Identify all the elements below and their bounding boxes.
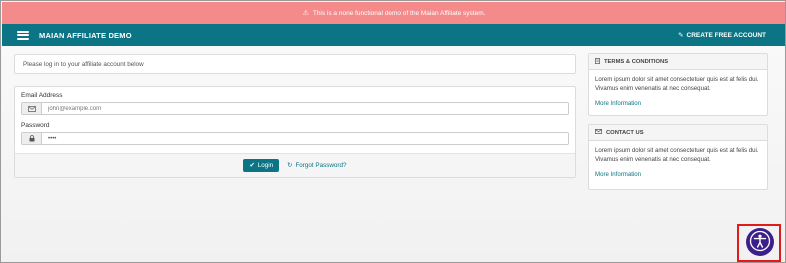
hamburger-icon[interactable]: [17, 30, 29, 40]
envelope-icon: [595, 129, 602, 136]
login-button-label: Login: [257, 162, 274, 169]
login-actions: ✔ Login ↻ Forgot Password?: [15, 153, 575, 177]
refresh-icon: ↻: [287, 162, 293, 169]
terms-body: Lorem ipsum dolor sit amet consectetuer …: [595, 76, 759, 92]
contact-panel: CONTACT US Lorem ipsum dolor sit amet co…: [588, 124, 768, 190]
contact-more-link[interactable]: More Information: [595, 170, 641, 179]
terms-panel: TERMS & CONDITIONS Lorem ipsum dolor sit…: [588, 53, 768, 116]
forgot-password-link[interactable]: ↻ Forgot Password?: [287, 162, 346, 169]
login-panel: Email Address Password ✔: [14, 86, 576, 178]
login-button[interactable]: ✔ Login: [243, 159, 280, 172]
email-label: Email Address: [21, 92, 63, 99]
lock-icon: [22, 133, 42, 144]
intro-text: Please log in to your affiliate account …: [23, 61, 144, 68]
accessibility-icon: [749, 230, 771, 254]
login-intro: Please log in to your affiliate account …: [14, 54, 576, 74]
document-icon: [595, 57, 600, 66]
banner-text: This is a none functional demo of the Ma…: [312, 9, 486, 17]
create-account-link[interactable]: ✎ CREATE FREE ACCOUNT: [678, 31, 766, 40]
password-label: Password: [21, 122, 50, 129]
main-content: Please log in to your affiliate account …: [2, 46, 785, 262]
terms-more-link[interactable]: More Information: [595, 99, 641, 108]
password-input[interactable]: [42, 133, 568, 144]
terms-title: TERMS & CONDITIONS: [604, 58, 669, 65]
contact-body: Lorem ipsum dolor sit amet consectetuer …: [595, 147, 759, 163]
terms-header: TERMS & CONDITIONS: [589, 54, 767, 70]
contact-header: CONTACT US: [589, 125, 767, 141]
check-icon: ✔: [249, 162, 255, 169]
forgot-password-label: Forgot Password?: [295, 162, 347, 169]
pencil-icon: ✎: [678, 32, 684, 39]
password-input-group: [21, 132, 569, 145]
create-account-label: CREATE FREE ACCOUNT: [686, 31, 766, 39]
contact-title: CONTACT US: [606, 129, 644, 136]
brand-title[interactable]: MAIAN AFFILIATE DEMO: [39, 31, 132, 40]
email-input[interactable]: [42, 103, 568, 114]
email-input-group: [21, 102, 569, 115]
warning-icon: ⚠: [302, 10, 309, 17]
top-navbar: MAIAN AFFILIATE DEMO ✎ CREATE FREE ACCOU…: [2, 24, 785, 46]
app-frame: ⚠ This is a none functional demo of the …: [0, 0, 786, 263]
demo-banner: ⚠ This is a none functional demo of the …: [2, 2, 785, 24]
envelope-icon: [22, 103, 42, 114]
accessibility-button[interactable]: [746, 228, 774, 256]
